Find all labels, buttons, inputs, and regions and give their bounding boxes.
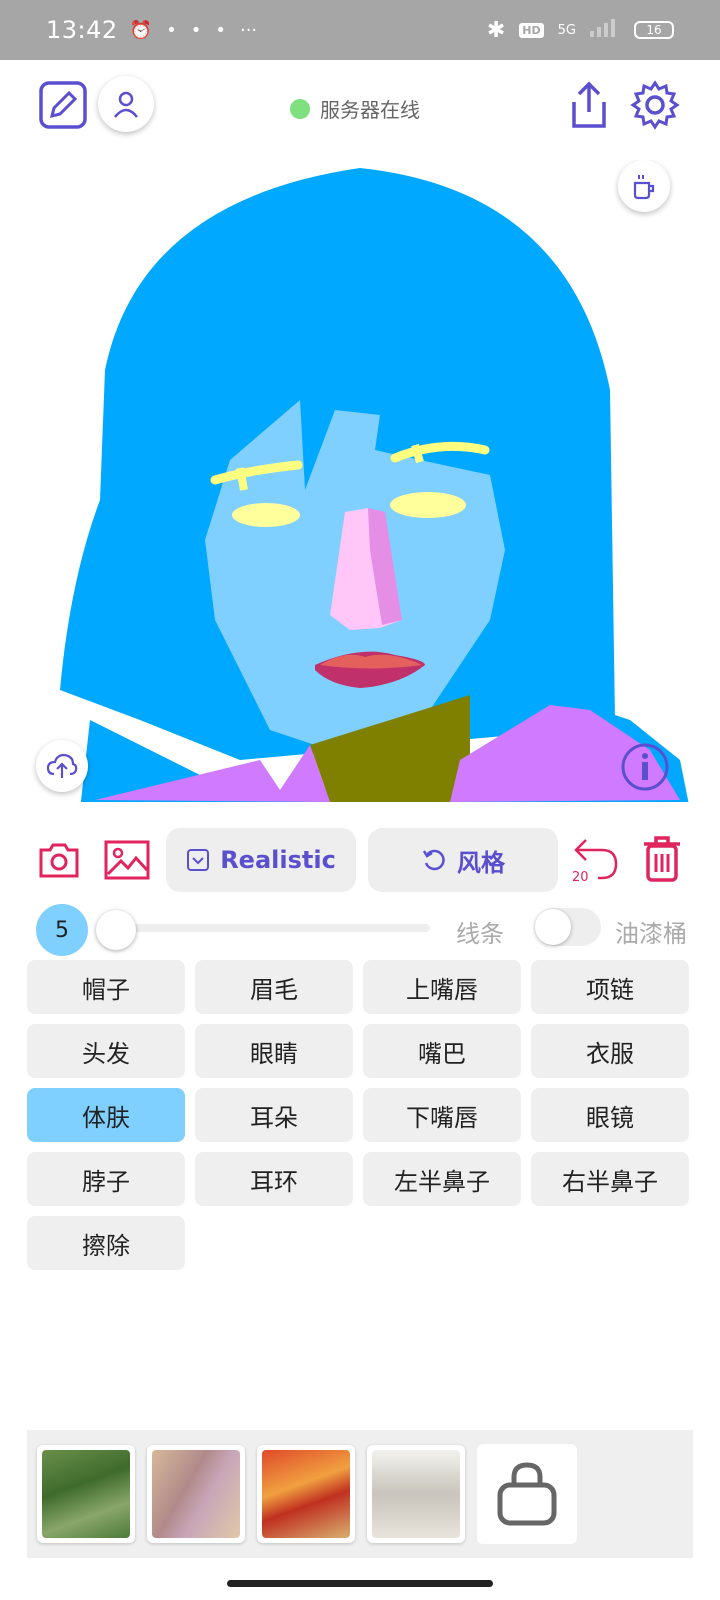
- trash-icon[interactable]: [640, 834, 684, 884]
- part-button[interactable]: 下嘴唇: [363, 1088, 521, 1142]
- dropdown-icon: [187, 849, 210, 871]
- line-bucket-toggle[interactable]: [535, 908, 601, 946]
- style-model-button[interactable]: Realistic: [166, 828, 356, 892]
- part-button[interactable]: 脖子: [27, 1152, 185, 1206]
- brush-size-track[interactable]: [110, 924, 430, 932]
- part-button[interactable]: 耳朵: [195, 1088, 353, 1142]
- status-time: 13:42: [46, 16, 118, 44]
- style-button[interactable]: 风格: [368, 828, 558, 892]
- bag-icon: [497, 1462, 557, 1526]
- brush-controls: 5 线条 油漆桶: [0, 900, 720, 956]
- style-model-label: Realistic: [220, 846, 336, 874]
- style-thumbnail[interactable]: [147, 1445, 245, 1543]
- part-button[interactable]: 项链: [531, 960, 689, 1014]
- part-button[interactable]: 左半鼻子: [363, 1152, 521, 1206]
- part-button[interactable]: 衣服: [531, 1024, 689, 1078]
- status-bar: 13:42 ⏰ • • • ··· ✱ HD 5G 16: [0, 0, 720, 60]
- coffee-icon[interactable]: [618, 160, 670, 212]
- part-button[interactable]: 嘴巴: [363, 1024, 521, 1078]
- undo-icon[interactable]: 20: [570, 834, 622, 886]
- part-button[interactable]: 眼睛: [195, 1024, 353, 1078]
- image-icon[interactable]: [104, 840, 150, 880]
- notification-icon: •: [166, 19, 177, 41]
- notification-icon: •: [215, 19, 226, 41]
- refresh-icon: [422, 849, 445, 871]
- part-button[interactable]: 耳环: [195, 1152, 353, 1206]
- style-thumbnail[interactable]: [37, 1445, 135, 1543]
- battery-icon: 16: [634, 21, 674, 39]
- part-button[interactable]: 擦除: [27, 1216, 185, 1270]
- brush-size-badge: 5: [36, 904, 88, 956]
- part-button[interactable]: 右半鼻子: [531, 1152, 689, 1206]
- edit-icon[interactable]: [38, 80, 88, 130]
- part-button[interactable]: 帽子: [27, 960, 185, 1014]
- server-status: 服务器在线: [290, 94, 420, 123]
- undo-count: 20: [572, 870, 589, 885]
- bucket-label: 油漆桶: [615, 920, 687, 948]
- share-icon[interactable]: [566, 80, 612, 130]
- part-button[interactable]: 眉毛: [195, 960, 353, 1014]
- part-button[interactable]: 上嘴唇: [363, 960, 521, 1014]
- alarm-icon: ⏰: [129, 19, 153, 41]
- part-button[interactable]: 体肤: [27, 1088, 185, 1142]
- camera-icon[interactable]: [38, 840, 80, 880]
- user-icon[interactable]: [98, 76, 154, 132]
- shop-button[interactable]: [477, 1444, 577, 1544]
- part-button[interactable]: 头发: [27, 1024, 185, 1078]
- notification-icon: •: [190, 19, 202, 41]
- hd-badge: HD: [519, 22, 544, 38]
- network-label: 5G: [557, 22, 576, 38]
- style-gallery: [27, 1430, 693, 1558]
- status-dot: [290, 98, 310, 119]
- server-status-label: 服务器在线: [320, 98, 420, 122]
- info-icon[interactable]: [620, 742, 670, 792]
- home-indicator: [227, 1580, 493, 1587]
- line-label: 线条: [456, 920, 504, 948]
- style-label: 风格: [457, 848, 505, 877]
- gear-icon[interactable]: [630, 80, 680, 130]
- drawing-canvas[interactable]: [30, 160, 690, 820]
- style-thumbnail[interactable]: [367, 1445, 465, 1543]
- brush-size-slider[interactable]: [96, 910, 136, 950]
- upload-cloud-icon[interactable]: [36, 740, 88, 792]
- parts-grid: 帽子 眉毛 上嘴唇 项链头发 眼睛 嘴巴 衣服体肤 耳朵 下嘴唇 眼镜脖子 耳环 左半鼻子 右半鼻子擦除: [27, 960, 693, 1270]
- signal-icon: [590, 18, 620, 43]
- part-button[interactable]: 眼镜: [531, 1088, 689, 1142]
- tool-row: Realistic 风格 20: [0, 828, 720, 892]
- more-icon: ···: [239, 19, 258, 41]
- style-thumbnail[interactable]: [257, 1445, 355, 1543]
- bluetooth-icon: ✱: [486, 17, 506, 43]
